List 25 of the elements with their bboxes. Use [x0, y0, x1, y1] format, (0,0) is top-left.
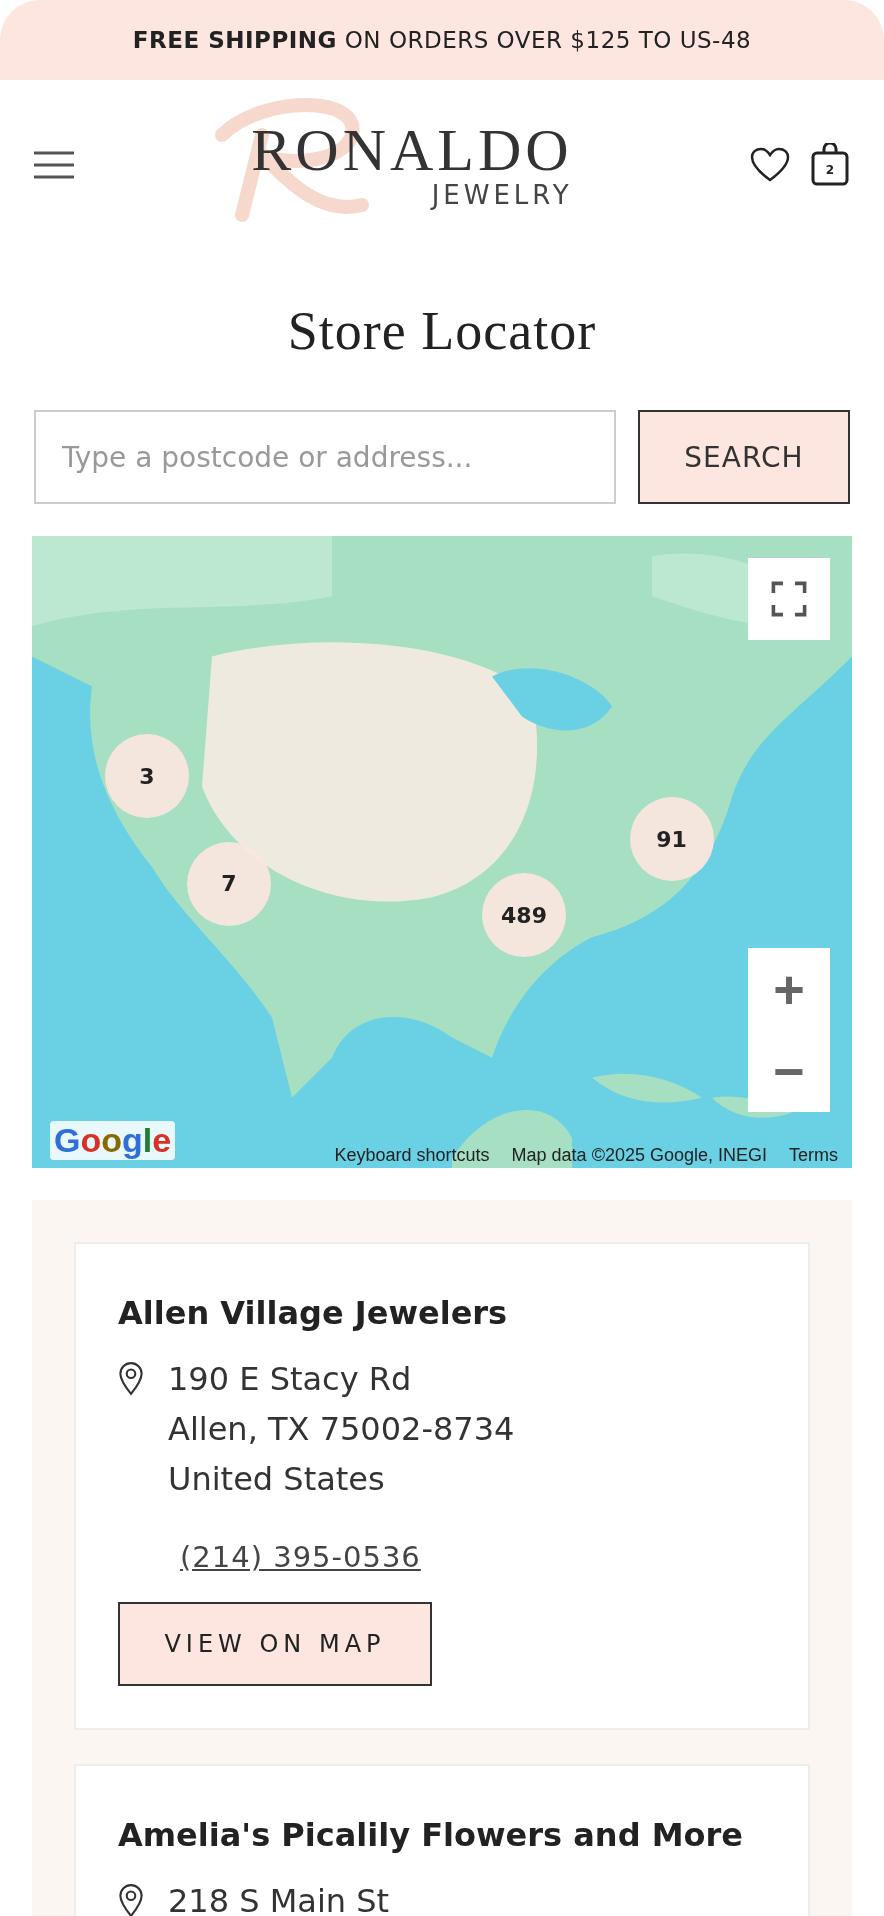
view-on-map-button[interactable]: VIEW ON MAP [118, 1602, 432, 1686]
heart-icon[interactable] [750, 147, 790, 183]
map-attribution-link[interactable]: Keyboard shortcuts [334, 1145, 490, 1166]
location-pin-icon [118, 1884, 144, 1916]
promo-text: FREE SHIPPING ON ORDERS OVER $125 TO US-48 [132, 27, 752, 53]
location-pin-icon [118, 1362, 144, 1396]
page-title: Store Locator [286, 300, 598, 362]
address-line: 190 E Stacy Rd [168, 1359, 413, 1400]
address-line: United States [168, 1459, 386, 1500]
fullscreen-icon [771, 581, 807, 617]
store-name: Allen Village Jewelers [118, 1294, 508, 1332]
phone-link[interactable]: (214) 395-0536 [180, 1540, 421, 1574]
fullscreen-button[interactable] [748, 558, 830, 640]
address-line: Allen, TX 75002-8734 [168, 1409, 515, 1450]
logo-subtitle: JEWELRY [431, 180, 573, 210]
map-attribution-link[interactable]: Map data ©2025 Google, INEGI [511, 1145, 767, 1166]
logo-name[interactable]: RONALDO [251, 120, 573, 180]
store-name: Amelia's Picalily Flowers and More [118, 1816, 743, 1854]
cart-count: 2 [825, 163, 835, 177]
address-search-field[interactable]: Type a postcode or address... [34, 410, 616, 504]
map-attribution-link[interactable]: Terms [789, 1145, 838, 1166]
map-provider-logo: Google [50, 1121, 176, 1160]
menu-icon[interactable] [34, 150, 74, 180]
search-button[interactable]: SEARCH [638, 410, 850, 504]
address-line: 218 S Main St [168, 1881, 390, 1916]
